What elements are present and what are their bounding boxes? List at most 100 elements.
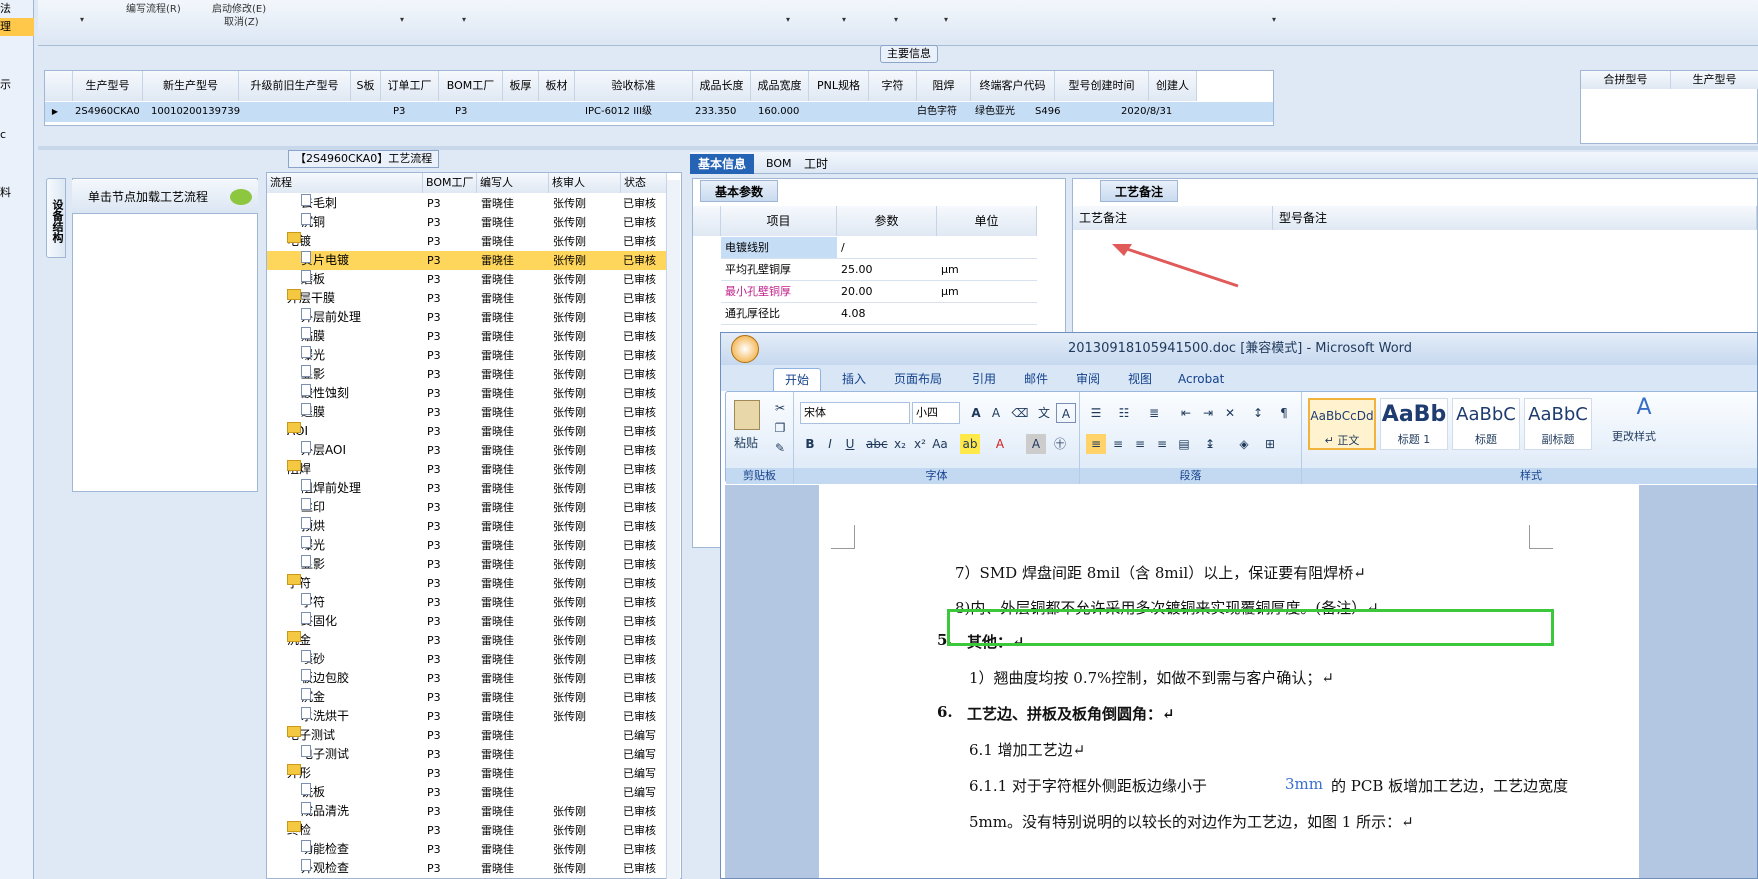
tree-row[interactable]: 水洗烘干 P3 雷晓佳 张传刚 已审核 — [267, 707, 667, 726]
col-header[interactable]: 工艺备注 — [1073, 206, 1273, 230]
bullets-icon[interactable]: ☰ — [1086, 403, 1106, 423]
style-title[interactable]: AaBbC 标题 — [1452, 398, 1520, 450]
col-header[interactable]: 字符 — [869, 71, 917, 101]
tree-row[interactable]: 曝光 P3 雷晓佳 张传刚 已审核 — [267, 536, 667, 555]
param-value[interactable]: 20.00 — [837, 281, 937, 303]
shrink-font-icon[interactable]: A — [986, 403, 1006, 423]
tree-row[interactable]: −终检 P3 雷晓佳 张传刚 已审核 — [267, 819, 667, 840]
doc-link[interactable]: 3mm — [1285, 775, 1323, 793]
tree-row[interactable]: 阻焊前处理 P3 雷晓佳 张传刚 已审核 — [267, 479, 667, 498]
line-spacing-icon[interactable]: ↨ — [1200, 434, 1220, 454]
param-value[interactable]: 4.08 — [837, 303, 937, 325]
param-unit[interactable] — [937, 303, 1037, 325]
ribbon-tab[interactable]: Acrobat — [1167, 368, 1235, 391]
tree-row[interactable]: −字符 P3 雷晓佳 张传刚 已审核 — [267, 572, 667, 593]
copy-icon[interactable]: ❐ — [770, 418, 790, 438]
enclose-char-icon[interactable]: ㊉ — [1050, 434, 1070, 454]
distribute-icon[interactable]: ▤ — [1174, 434, 1194, 454]
tab-work-hours[interactable]: 工时 — [796, 154, 836, 174]
align-right-icon[interactable]: ≡ — [1130, 434, 1150, 454]
tree-row[interactable]: −外层干膜 P3 雷晓佳 张传刚 已审核 — [267, 287, 667, 308]
increase-indent-icon[interactable]: ⇥ — [1198, 403, 1218, 423]
col-header[interactable]: 升级前旧生产型号 — [239, 71, 351, 101]
subscript-icon[interactable]: x₂ — [890, 434, 910, 454]
col-header[interactable]: 阻焊 — [917, 71, 971, 101]
change-styles-label[interactable]: 更改样式 — [1612, 428, 1656, 444]
tree-row[interactable]: −沉金 P3 雷晓佳 张传刚 已审核 — [267, 629, 667, 650]
col-header[interactable]: 成品宽度 — [751, 71, 809, 101]
strikethrough-icon[interactable]: abc — [866, 434, 888, 454]
col-header[interactable]: S板 — [351, 71, 381, 101]
params-title[interactable]: 基本参数 — [700, 180, 779, 202]
chevron-down-icon[interactable]: ▾ — [786, 15, 790, 24]
tree-row[interactable]: 电子测试 P3 雷晓佳 已编写 — [267, 745, 667, 764]
multilevel-list-icon[interactable]: ≣ — [1144, 403, 1164, 423]
tree-row[interactable]: 喷砂 P3 雷晓佳 张传刚 已审核 — [267, 650, 667, 669]
col-header[interactable]: 项目 — [721, 206, 837, 236]
font-color-icon[interactable]: A — [990, 434, 1010, 454]
tree-row[interactable]: 贴膜 P3 雷晓佳 张传刚 已审核 — [267, 327, 667, 346]
phonetic-icon[interactable]: 文 — [1034, 403, 1054, 423]
chevron-down-icon[interactable]: ▾ — [462, 15, 466, 24]
tree-row[interactable]: 字符 P3 雷晓佳 张传刚 已审核 — [267, 593, 667, 612]
office-button-icon[interactable] — [731, 335, 759, 363]
tree-row[interactable]: 沉铜 P3 雷晓佳 张传刚 已审核 — [267, 213, 667, 232]
col-header[interactable]: 终端客户代码 — [971, 71, 1055, 101]
col-header[interactable]: 生产型号 — [73, 71, 143, 101]
chevron-down-icon[interactable]: ▾ — [400, 15, 404, 24]
col-header[interactable]: 型号备注 — [1273, 206, 1757, 230]
tab-bom[interactable]: BOM — [758, 154, 800, 174]
tree-row[interactable]: 曝光 P3 雷晓佳 张传刚 已审核 — [267, 346, 667, 365]
style-normal[interactable]: AaBbCcDd ↵ 正文 — [1308, 398, 1376, 450]
param-value[interactable]: / — [837, 237, 937, 259]
style-subtitle[interactable]: AaBbC 副标题 — [1524, 398, 1592, 450]
tree-row[interactable]: 酸性蚀刻 P3 雷晓佳 张传刚 已审核 — [267, 384, 667, 403]
tree-scrollbar[interactable] — [666, 180, 680, 879]
param-unit[interactable]: μm — [937, 281, 1037, 303]
ribbon-tab[interactable]: 引用 — [961, 368, 1007, 391]
col-header[interactable]: 编写人 — [477, 173, 549, 193]
chevron-down-icon[interactable]: ▾ — [1272, 15, 1276, 24]
tree-row[interactable]: 磨板 P3 雷晓佳 张传刚 已审核 — [267, 270, 667, 289]
underline-icon[interactable]: U — [840, 434, 860, 454]
side-tab-equipment[interactable]: 设备结构 — [46, 178, 66, 258]
align-center-icon[interactable]: ≡ — [1108, 434, 1128, 454]
change-case-icon[interactable]: Aa — [930, 434, 950, 454]
char-shading-icon[interactable]: A — [1026, 434, 1046, 454]
param-item[interactable]: 通孔厚径比 — [721, 303, 837, 325]
tree-row[interactable]: 外层AOI P3 雷晓佳 张传刚 已审核 — [267, 441, 667, 460]
ribbon-tab[interactable]: 邮件 — [1013, 368, 1059, 391]
nav-item-selected[interactable]: 理 — [0, 18, 34, 36]
chevron-down-icon[interactable]: ▾ — [80, 15, 84, 24]
paste-label[interactable]: 粘贴 — [734, 434, 758, 451]
tree-row[interactable]: 成品清洗 P3 雷晓佳 张传刚 已审核 — [267, 802, 667, 821]
col-header[interactable]: 合拼型号 — [1581, 71, 1671, 89]
tree-row[interactable]: 去毛刺 P3 雷晓佳 张传刚 已审核 — [267, 194, 667, 213]
param-unit[interactable] — [937, 237, 1037, 259]
justify-icon[interactable]: ≡ — [1152, 434, 1172, 454]
format-painter-icon[interactable]: ✎ — [770, 438, 790, 458]
font-size-select[interactable]: 小四 — [912, 402, 960, 424]
col-header[interactable]: 单位 — [937, 206, 1037, 236]
cut-icon[interactable]: ✂ — [770, 398, 790, 418]
tree-row[interactable]: 功能检查 P3 雷晓佳 张传刚 已审核 — [267, 840, 667, 859]
chevron-down-icon[interactable]: ▾ — [842, 15, 846, 24]
col-header[interactable]: PNL规格 — [809, 71, 869, 101]
style-heading1[interactable]: AaBb 标题 1 — [1380, 398, 1448, 450]
superscript-icon[interactable]: x² — [910, 434, 930, 454]
chevron-down-icon[interactable]: ▾ — [894, 15, 898, 24]
col-header[interactable]: 状态 — [621, 173, 667, 193]
col-header[interactable]: 创建人 — [1149, 71, 1197, 101]
change-styles-icon[interactable]: A — [1634, 397, 1654, 419]
col-header[interactable]: 板厚 — [503, 71, 539, 101]
align-left-icon[interactable]: ≡ — [1086, 434, 1106, 454]
tree-row[interactable]: 沉金 P3 雷晓佳 张传刚 已审核 — [267, 688, 667, 707]
tree-row[interactable]: −阻焊 P3 雷晓佳 张传刚 已审核 — [267, 458, 667, 479]
paste-icon[interactable] — [734, 400, 760, 430]
remark-title[interactable]: 工艺备注 — [1100, 180, 1179, 202]
highlight-icon[interactable]: ab — [960, 434, 980, 454]
col-header[interactable]: BOM工厂 — [439, 71, 503, 101]
font-family-select[interactable]: 宋体 — [800, 402, 910, 424]
shading-icon[interactable]: ◈ — [1234, 434, 1254, 454]
col-header[interactable]: 板材 — [539, 71, 575, 101]
